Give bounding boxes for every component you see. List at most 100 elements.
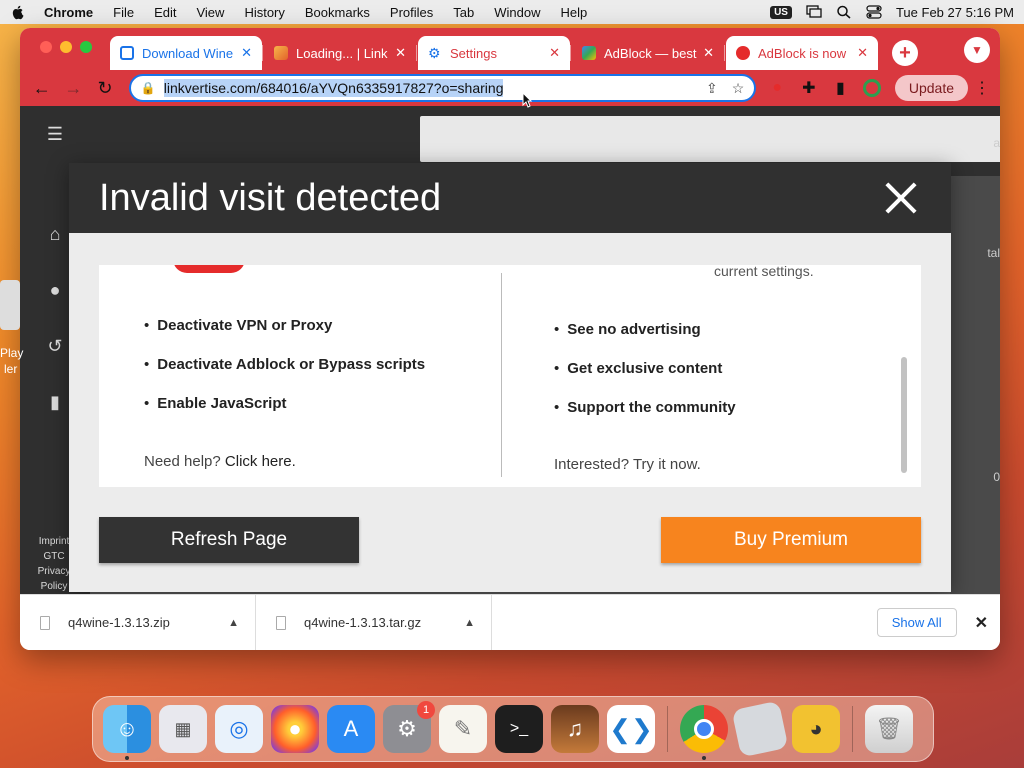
notification-badge: 1 — [417, 701, 435, 719]
home-icon[interactable]: ⌂ — [44, 224, 66, 246]
menubar-clock[interactable]: Tue Feb 27 5:16 PM — [896, 5, 1014, 20]
new-tab-button[interactable]: + — [892, 40, 918, 66]
download-item[interactable]: q4wine-1.3.13.tar.gz ▲ — [256, 594, 492, 650]
extensions-puzzle-icon[interactable]: ✚ — [798, 77, 820, 99]
menu-view[interactable]: View — [196, 5, 224, 20]
vscode-icon[interactable]: ❮❯ — [607, 705, 655, 753]
input-source-indicator[interactable]: US — [770, 5, 792, 19]
menu-history[interactable]: History — [244, 5, 284, 20]
tab-search-chevron-icon[interactable]: ▼ — [964, 37, 990, 63]
close-window-button[interactable] — [40, 41, 52, 53]
right-edge-text: tal — [987, 246, 1000, 260]
browser-window: Download Wine ✕ Loading... | Link ✕ ⚙ Se… — [20, 28, 1000, 650]
close-tab-icon[interactable]: ✕ — [241, 45, 252, 61]
browser-toolbar: ← → ↻ 🔒 linkvertise.com/684016/aYVQn6335… — [20, 70, 1000, 106]
app-store-icon[interactable]: A — [327, 705, 375, 753]
tab-adblock-now[interactable]: AdBlock is now ✕ — [724, 36, 878, 70]
menu-help[interactable]: Help — [561, 5, 588, 20]
show-all-downloads-button[interactable]: Show All — [876, 608, 957, 637]
refresh-page-button[interactable]: Refresh Page — [99, 517, 359, 563]
chevron-up-icon[interactable]: ▲ — [464, 617, 475, 629]
chrome-menu-icon[interactable]: ⋮ — [974, 78, 990, 98]
list-item: Enable JavaScript — [144, 395, 425, 412]
lock-icon[interactable]: 🔒 — [141, 81, 156, 95]
history-icon[interactable]: ↺ — [44, 336, 66, 358]
reload-button[interactable]: ↻ — [93, 76, 117, 100]
tab-title: Download Wine — [142, 45, 234, 61]
right-edge-text: 0 — [993, 470, 1000, 484]
tab-download-wine[interactable]: Download Wine ✕ — [110, 36, 262, 70]
card-scrollbar[interactable] — [901, 357, 907, 473]
raccoon-app-icon[interactable]: ◕ — [792, 705, 840, 753]
launchpad-icon[interactable]: ▦ — [159, 705, 207, 753]
textedit-icon[interactable]: ✎ — [439, 705, 487, 753]
tab-strip: Download Wine ✕ Loading... | Link ✕ ⚙ Se… — [20, 28, 1000, 70]
list-item: See no advertising — [554, 321, 736, 338]
close-tab-icon[interactable]: ✕ — [703, 45, 714, 61]
address-bar-url[interactable]: linkvertise.com/684016/aYVQn6335917827?o… — [163, 79, 504, 97]
privacy-link[interactable]: Privacy — [34, 564, 74, 579]
finder-icon[interactable]: ☺ — [103, 705, 151, 760]
ghost-extension-icon[interactable]: ● — [766, 77, 788, 99]
bookmark-icon[interactable]: ▮ — [44, 392, 66, 414]
side-panel-icon[interactable]: ▮ — [830, 77, 852, 99]
tab-settings[interactable]: ⚙ Settings ✕ — [416, 36, 570, 70]
buy-premium-button[interactable]: Buy Premium — [661, 517, 921, 563]
gtc-link[interactable]: GTC — [34, 549, 74, 564]
zoom-window-button[interactable] — [80, 41, 92, 53]
desktop-window-fragment — [0, 280, 20, 330]
bookmark-star-icon[interactable]: ☆ — [732, 80, 745, 97]
menu-edit[interactable]: Edit — [154, 5, 176, 20]
tab-loading-link[interactable]: Loading... | Link ✕ — [262, 36, 416, 70]
profile-avatar-icon[interactable] — [861, 77, 883, 99]
download-filename: q4wine-1.3.13.tar.gz — [304, 615, 422, 630]
chrome-icon[interactable] — [680, 705, 728, 760]
policy-link[interactable]: Policy — [34, 579, 74, 594]
help-text: Need help? Click here. — [144, 453, 296, 470]
tab-adblock-best[interactable]: AdBlock — best ✕ — [570, 36, 724, 70]
file-icon — [276, 615, 286, 630]
system-settings-icon[interactable]: ⚙ 1 — [383, 701, 435, 753]
trash-icon[interactable]: 🗑 — [865, 705, 913, 753]
menu-bookmarks[interactable]: Bookmarks — [305, 5, 370, 20]
forward-button[interactable]: → — [62, 76, 86, 100]
roblox-icon[interactable] — [731, 700, 789, 758]
address-bar[interactable]: 🔒 linkvertise.com/684016/aYVQn6335917827… — [128, 74, 757, 102]
macos-menubar: Chrome File Edit View History Bookmarks … — [0, 0, 1024, 24]
modal-title: Invalid visit detected — [99, 176, 442, 219]
menu-app-name[interactable]: Chrome — [44, 5, 93, 20]
red-badge-graphic — [173, 265, 245, 273]
terminal-icon[interactable]: >_ — [495, 705, 543, 753]
close-tab-icon[interactable]: ✕ — [857, 45, 868, 61]
spotlight-search-icon[interactable] — [836, 5, 852, 19]
control-center-icon[interactable] — [866, 5, 882, 19]
update-button[interactable]: Update — [894, 75, 968, 101]
minimize-window-button[interactable] — [60, 41, 72, 53]
chevron-up-icon[interactable]: ▲ — [228, 617, 239, 629]
dock-separator — [852, 706, 853, 752]
apple-menu-icon[interactable] — [10, 4, 26, 20]
interest-text: Interested? Try it now. — [554, 456, 701, 473]
close-tab-icon[interactable]: ✕ — [549, 45, 560, 61]
garageband-icon[interactable]: ♫ — [551, 705, 599, 753]
safari-icon[interactable]: ◎ — [215, 705, 263, 753]
close-tab-icon[interactable]: ✕ — [395, 45, 406, 61]
close-downloads-bar-icon[interactable]: ✕ — [975, 613, 988, 633]
screen-mirroring-icon[interactable] — [806, 5, 822, 19]
imprint-link[interactable]: Imprint — [34, 534, 74, 549]
menu-file[interactable]: File — [113, 5, 134, 20]
download-item[interactable]: q4wine-1.3.13.zip ▲ — [20, 594, 256, 650]
hamburger-menu-icon[interactable]: ☰ — [44, 124, 66, 146]
user-icon[interactable]: ● — [44, 280, 66, 302]
back-button[interactable]: ← — [30, 76, 54, 100]
modal-content-card[interactable]: Deactivate VPN or Proxy Deactivate Adblo… — [99, 265, 921, 487]
firefox-icon[interactable]: ● — [271, 705, 319, 753]
site-search-bar[interactable] — [420, 116, 1000, 162]
share-icon[interactable]: ⇪ — [706, 80, 718, 97]
menu-window[interactable]: Window — [494, 5, 540, 20]
modal-close-icon[interactable] — [881, 178, 921, 218]
menu-profiles[interactable]: Profiles — [390, 5, 433, 20]
help-link[interactable]: Click here. — [225, 453, 296, 470]
page-content: ☰ ⌂ ● ↺ ▮ Imprint GTC Privacy Policy a t… — [20, 106, 1000, 594]
menu-tab[interactable]: Tab — [453, 5, 474, 20]
